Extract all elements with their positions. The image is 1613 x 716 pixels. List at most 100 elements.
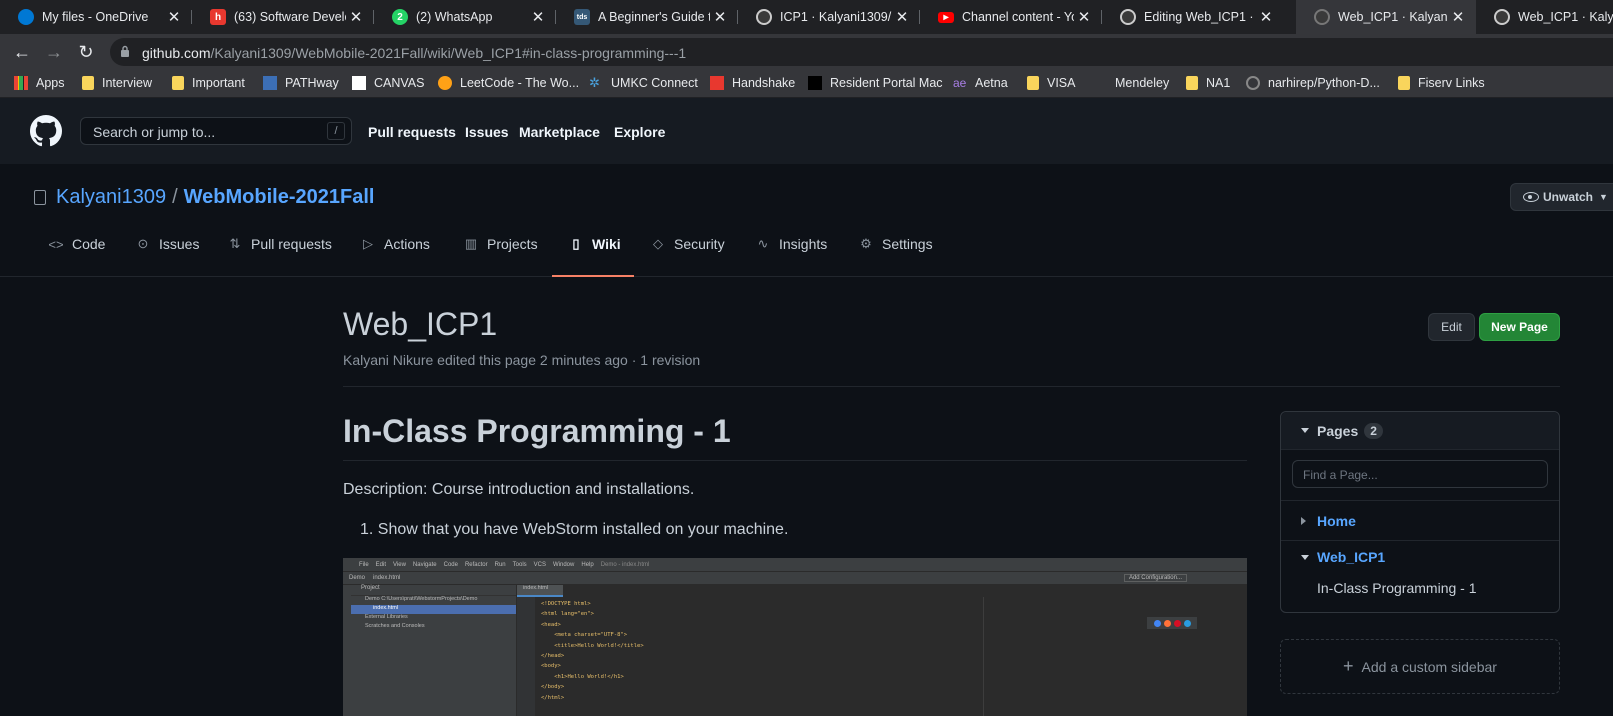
tab-insights[interactable]: ∿ Insights (755, 228, 828, 277)
close-icon[interactable]: ✕ (892, 8, 912, 26)
description-text: Description: Course introduction and ins… (343, 481, 695, 498)
page-link-web-icp1[interactable]: Web_ICP1 (1317, 549, 1385, 565)
tab-security[interactable]: ◇ Security (650, 228, 725, 277)
mendeley-icon (1093, 76, 1107, 90)
page-section-link[interactable]: In-Class Programming - 1 (1317, 580, 1477, 596)
ide-browser-icons (1147, 617, 1197, 629)
browser-toolbar: ← → ↻ github.com/Kalyani1309/WebMobile-2… (0, 34, 1613, 70)
folder-icon (172, 76, 184, 90)
tab-issues[interactable]: ⊙ Issues (135, 228, 200, 277)
folder-icon (82, 76, 94, 90)
close-icon[interactable]: ✕ (1256, 8, 1276, 26)
tab-code[interactable]: <> Code (48, 228, 105, 277)
find-page-input[interactable]: Find a Page... (1292, 460, 1548, 488)
search-input[interactable]: Search or jump to... / (80, 117, 352, 145)
bookmark-link[interactable]: narhirep/Python-D... (1246, 76, 1380, 90)
folder-icon (1398, 76, 1410, 90)
caret-right-icon[interactable] (1301, 516, 1306, 525)
close-icon[interactable]: ✕ (1074, 8, 1094, 26)
nav-pull-requests[interactable]: Pull requests (368, 124, 456, 140)
page-item-home[interactable]: Home (1281, 500, 1559, 541)
browser-tab[interactable]: Web_ICP1 · Kalyani (1476, 0, 1613, 34)
bookmark-link[interactable]: Resident Portal Mac (808, 76, 943, 90)
tab-projects[interactable]: ▥ Projects (463, 228, 538, 277)
page-item-web-icp1[interactable]: Web_ICP1 (1281, 542, 1559, 572)
browser-tab[interactable]: Editing Web_ICP1 · Kal ✕ (1102, 0, 1284, 34)
ide-menubar: File Edit View Navigate Code Refactor Run Tools… (343, 558, 1247, 571)
repo-owner-link[interactable]: Kalyani1309 (56, 186, 166, 209)
new-page-button[interactable]: New Page (1479, 313, 1560, 341)
resident-portal-icon (808, 76, 822, 90)
close-icon[interactable]: ✕ (164, 8, 184, 26)
forward-icon[interactable]: → (42, 40, 66, 64)
nav-issues[interactable]: Issues (465, 124, 509, 140)
unwatch-label: Unwatch (1543, 190, 1594, 204)
bookmark-folder[interactable]: VISA (1027, 76, 1076, 90)
close-icon[interactable]: ✕ (1448, 8, 1468, 26)
bookmark-apps[interactable]: Apps (14, 76, 65, 90)
handshake-icon (710, 76, 724, 90)
repo-name-link[interactable]: WebMobile-2021Fall (184, 186, 375, 209)
bookmark-link[interactable]: CANVAS (352, 76, 424, 90)
unwatch-button[interactable]: Unwatch ▼ (1510, 183, 1613, 211)
tab-actions[interactable]: ▷ Actions (360, 228, 430, 277)
tab-title: (63) Software Develop (234, 10, 346, 24)
browser-tab[interactable]: ▸ Channel content - You ✕ (920, 0, 1102, 34)
canvas-icon (352, 76, 366, 90)
handshake-icon: h (210, 9, 226, 25)
bookmark-link[interactable]: ae Aetna (953, 76, 1008, 90)
wiki-page-meta: Kalyani Nikure edited this page 2 minute… (343, 352, 701, 368)
bookmark-link[interactable]: LeetCode - The Wo... (438, 76, 579, 90)
graph-icon: ∿ (757, 236, 769, 251)
bookmark-link[interactable]: Handshake (710, 76, 795, 90)
browser-tab[interactable]: ICP1 · Kalyani1309/Big ✕ (738, 0, 920, 34)
bookmark-link[interactable]: Mendeley (1093, 76, 1169, 90)
close-icon[interactable]: ✕ (346, 8, 366, 26)
ide-editor: index.html <!DOCTYPE html> <html lang="e… (517, 585, 1247, 716)
close-icon[interactable]: ✕ (528, 8, 548, 26)
tab-title: (2) WhatsApp (416, 10, 493, 24)
divider (343, 386, 1560, 387)
tds-icon: tds (574, 9, 590, 25)
bookmark-folder[interactable]: NA1 (1186, 76, 1230, 90)
pages-toggle[interactable]: Pages 2 (1281, 412, 1559, 450)
reload-icon[interactable]: ↻ (74, 40, 98, 64)
tab-wiki[interactable]: ▯ Wiki (552, 228, 634, 277)
github-icon (756, 9, 772, 25)
nav-marketplace[interactable]: Marketplace (519, 124, 600, 140)
lock-icon (121, 45, 129, 57)
back-icon[interactable]: ← (10, 40, 34, 64)
url-text: github.com/Kalyani1309/WebMobile-2021Fal… (142, 45, 687, 61)
address-bar[interactable]: github.com/Kalyani1309/WebMobile-2021Fal… (110, 38, 1613, 66)
add-custom-sidebar-label: Add a custom sidebar (1361, 658, 1497, 675)
bookmark-folder[interactable]: Fiserv Links (1398, 76, 1485, 90)
content-heading: In-Class Programming - 1 (343, 413, 731, 449)
repo-header: Kalyani1309 / WebMobile-2021Fall Unwatch… (0, 164, 1613, 277)
nav-explore[interactable]: Explore (614, 124, 665, 140)
tab-settings[interactable]: ⚙ Settings (858, 228, 932, 277)
issue-icon: ⊙ (137, 236, 149, 251)
chevron-down-icon: ▼ (1599, 192, 1608, 202)
browser-tab[interactable]: h (63) Software Develop ✕ (192, 0, 374, 34)
github-logo-icon[interactable] (30, 115, 62, 147)
bookmark-link[interactable]: ✲ UMKC Connect (589, 76, 698, 91)
bookmark-folder[interactable]: Interview (82, 76, 152, 90)
repo-title: Kalyani1309 / WebMobile-2021Fall (34, 186, 374, 209)
folder-icon (1186, 76, 1198, 90)
pages-count-badge: 2 (1364, 422, 1383, 439)
page-link-home[interactable]: Home (1317, 513, 1356, 529)
edit-button[interactable]: Edit (1428, 313, 1475, 341)
bookmarks-bar: Apps Interview Important PATHway CANVAS … (0, 70, 1613, 98)
browser-tab[interactable]: tds A Beginner's Guide to ✕ (556, 0, 738, 34)
bookmark-folder[interactable]: Important (172, 76, 245, 90)
github-icon (1494, 9, 1510, 25)
tab-pull-requests[interactable]: ⇅ Pull requests (227, 228, 332, 277)
close-icon[interactable]: ✕ (710, 8, 730, 26)
browser-tab-active[interactable]: Web_ICP1 · Kalyani130 ✕ (1296, 0, 1476, 34)
caret-down-icon[interactable] (1301, 554, 1309, 560)
repo-separator: / (172, 186, 178, 208)
browser-tab[interactable]: My files - OneDrive ✕ (0, 0, 192, 34)
bookmark-link[interactable]: PATHway (263, 76, 339, 90)
add-custom-sidebar-button[interactable]: + Add a custom sidebar (1280, 639, 1560, 694)
browser-tab[interactable]: 2 (2) WhatsApp ✕ (374, 0, 556, 34)
